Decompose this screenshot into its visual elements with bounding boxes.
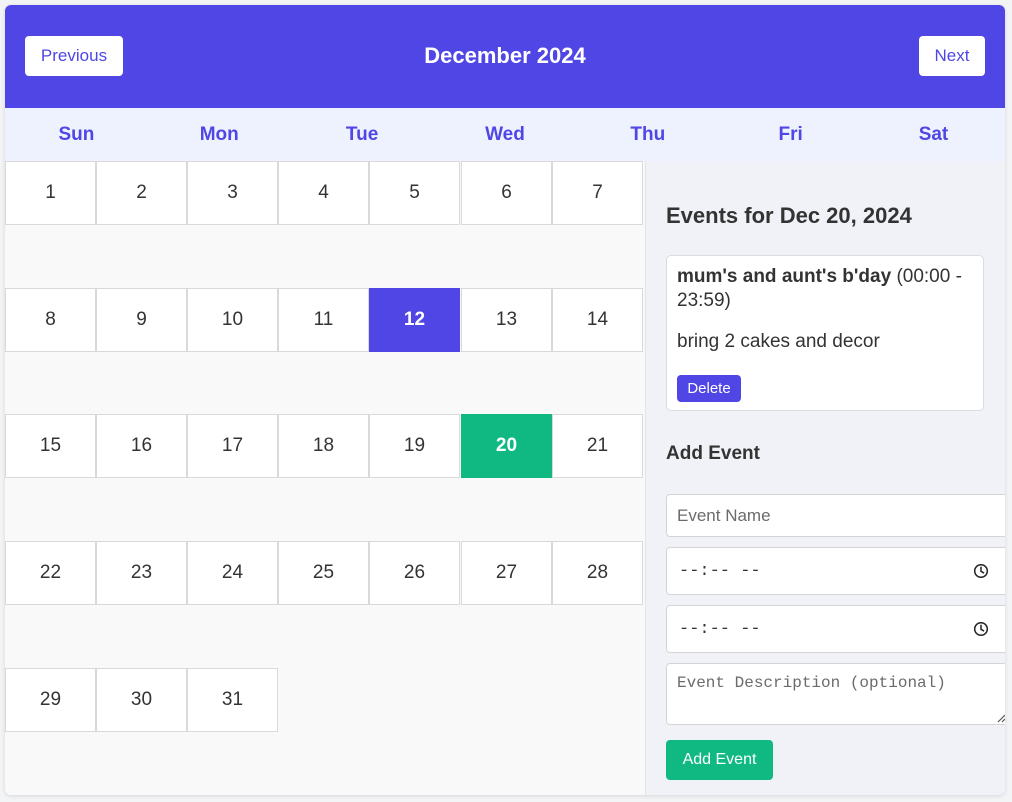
calendar-day[interactable]: 15 bbox=[5, 414, 96, 478]
calendar-day[interactable]: 5 bbox=[369, 161, 460, 225]
delete-event-button[interactable]: Delete bbox=[677, 375, 741, 402]
end-time-value: --:-- -- bbox=[679, 619, 761, 639]
calendar-day[interactable]: 18 bbox=[278, 414, 369, 478]
end-time-input[interactable]: --:-- -- bbox=[666, 605, 1005, 653]
clock-icon[interactable] bbox=[973, 621, 989, 637]
events-panel: Events for Dec 20, 2024 mum's and aunt's… bbox=[645, 161, 1005, 795]
calendar-day[interactable]: 9 bbox=[96, 288, 187, 352]
calendar-day[interactable]: 19 bbox=[369, 414, 460, 478]
calendar-day[interactable]: 1 bbox=[5, 161, 96, 225]
event-card: mum's and aunt's b'day (00:00 - 23:59) b… bbox=[666, 255, 984, 411]
calendar-day[interactable]: 25 bbox=[278, 541, 369, 605]
weekday-sat: Sat bbox=[918, 124, 949, 145]
weekday-header-row: Sun Mon Tue Wed Thu Fri Sat bbox=[5, 108, 1005, 161]
calendar-day[interactable]: 2 bbox=[96, 161, 187, 225]
add-event-button[interactable]: Add Event bbox=[666, 740, 773, 780]
event-name-input[interactable] bbox=[666, 494, 1005, 537]
weekday-sun: Sun bbox=[58, 124, 95, 145]
weekday-thu: Thu bbox=[630, 124, 666, 145]
calendar-day[interactable]: 6 bbox=[461, 161, 552, 225]
weekday-wed: Wed bbox=[485, 124, 525, 145]
clock-icon[interactable] bbox=[973, 563, 989, 579]
calendar-day[interactable]: 22 bbox=[5, 541, 96, 605]
calendar-day[interactable]: 26 bbox=[369, 541, 460, 605]
calendar-day[interactable]: 13 bbox=[461, 288, 552, 352]
add-event-title: Add Event bbox=[666, 443, 760, 464]
resize-grip-icon[interactable] bbox=[997, 714, 1005, 723]
event-description: bring 2 cakes and decor bbox=[677, 331, 880, 352]
calendar-day[interactable]: 3 bbox=[187, 161, 278, 225]
events-panel-title: Events for Dec 20, 2024 bbox=[666, 203, 912, 228]
weekday-mon: Mon bbox=[199, 124, 239, 145]
start-time-value: --:-- -- bbox=[679, 561, 761, 581]
calendar-day[interactable]: 24 bbox=[187, 541, 278, 605]
calendar-day[interactable]: 4 bbox=[278, 161, 369, 225]
calendar-header: December 2024 Previous Next bbox=[5, 5, 1005, 108]
calendar-day[interactable]: 20 bbox=[461, 414, 552, 478]
calendar-day[interactable]: 8 bbox=[5, 288, 96, 352]
event-header: mum's and aunt's b'day (00:00 - 23:59) bbox=[677, 265, 973, 313]
calendar-grid: 1 2 3 4 5 6 7 8 9 10 11 12 13 14 15 16 17 18 19 20 21 22 23 24 2… bbox=[5, 161, 645, 795]
calendar-day[interactable]: 16 bbox=[96, 414, 187, 478]
event-description-input[interactable] bbox=[666, 663, 1005, 725]
calendar-day[interactable]: 21 bbox=[552, 414, 643, 478]
calendar-day[interactable]: 29 bbox=[5, 668, 96, 732]
weekday-fri: Fri bbox=[778, 124, 803, 145]
next-month-button[interactable]: Next bbox=[919, 36, 985, 76]
calendar-day[interactable]: 30 bbox=[96, 668, 187, 732]
previous-month-button[interactable]: Previous bbox=[25, 36, 123, 76]
calendar-day[interactable]: 31 bbox=[187, 668, 278, 732]
calendar-day[interactable]: 17 bbox=[187, 414, 278, 478]
calendar-day[interactable]: 12 bbox=[369, 288, 460, 352]
calendar-day[interactable]: 10 bbox=[187, 288, 278, 352]
month-title: December 2024 bbox=[424, 43, 586, 68]
calendar-day[interactable]: 14 bbox=[552, 288, 643, 352]
event-name: mum's and aunt's b'day bbox=[677, 266, 892, 287]
calendar-day[interactable]: 11 bbox=[278, 288, 369, 352]
calendar-day[interactable]: 23 bbox=[96, 541, 187, 605]
weekday-tue: Tue bbox=[345, 124, 379, 145]
calendar-app: December 2024 Previous Next Sun Mon Tue … bbox=[5, 5, 1005, 795]
start-time-input[interactable]: --:-- -- bbox=[666, 547, 1005, 595]
calendar-day[interactable]: 27 bbox=[461, 541, 552, 605]
calendar-day[interactable]: 28 bbox=[552, 541, 643, 605]
calendar-day[interactable]: 7 bbox=[552, 161, 643, 225]
